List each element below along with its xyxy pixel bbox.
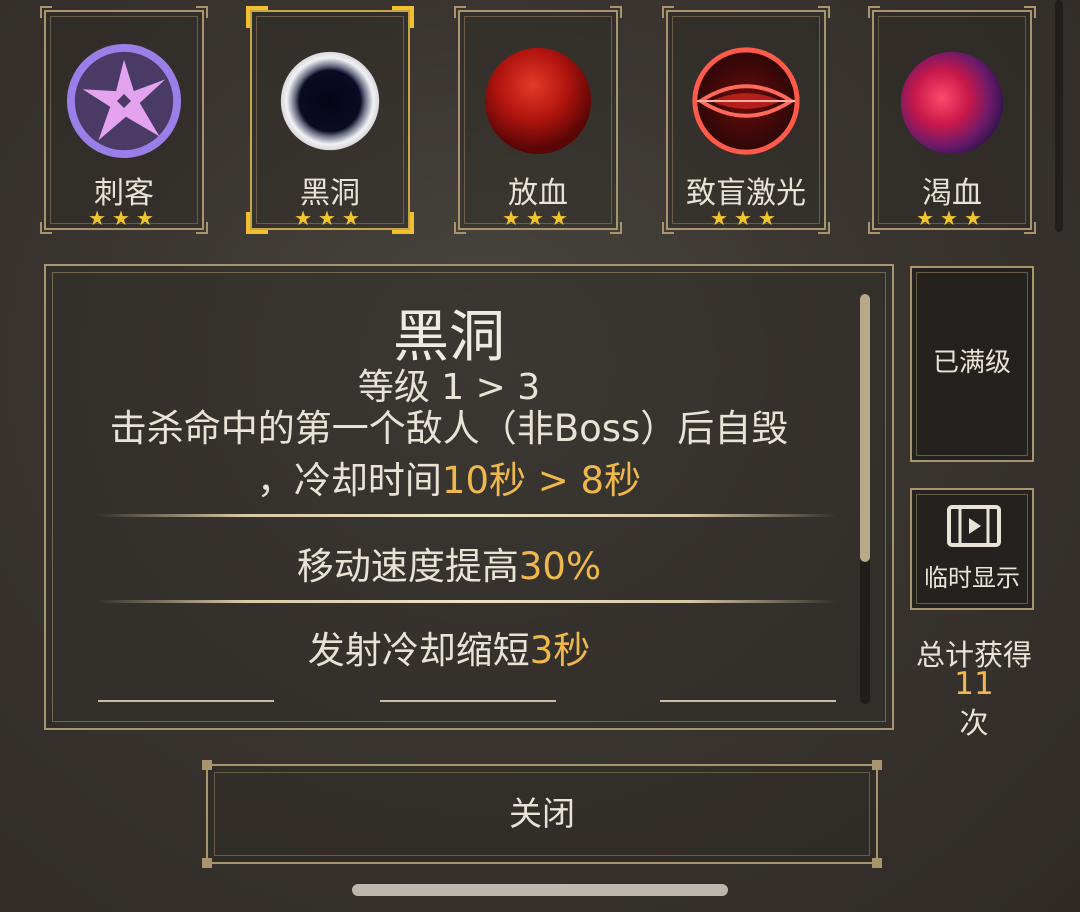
cooldown-value: 10秒 > 8秒	[441, 459, 642, 502]
total-obtained-count: 11	[954, 666, 994, 702]
close-button[interactable]: 关闭	[202, 760, 882, 868]
max-level-label: 已满级	[932, 348, 1011, 378]
skill-card-bloodthirst[interactable]: 渴血 ★★★	[868, 6, 1036, 234]
blood-orb-icon	[484, 47, 592, 155]
skill-card-black-hole[interactable]: 黑洞 ★★★	[246, 6, 414, 234]
laser-orb-icon	[692, 47, 800, 155]
bonus-text: 发射冷却缩短	[307, 629, 530, 672]
skill-card-assassin[interactable]: 刺客 ★★★	[40, 6, 208, 234]
max-level-button[interactable]: 已满级	[910, 266, 1034, 462]
crimson-orb-icon	[900, 51, 1004, 155]
close-label: 关闭	[509, 794, 575, 833]
temporary-show-label: 临时显示	[924, 564, 1020, 592]
skill-stars: ★★★	[88, 206, 160, 230]
home-indicator[interactable]	[352, 884, 728, 896]
top-scrollbar[interactable]	[1055, 0, 1063, 232]
shuriken-icon	[66, 43, 182, 159]
bonus-value: 3秒	[529, 629, 591, 672]
cooldown-label: ，冷却时间	[256, 459, 442, 502]
video-icon	[947, 505, 1001, 547]
bonus-line-move-speed: 移动速度提高30%	[46, 536, 852, 590]
black-hole-icon	[280, 51, 380, 151]
divider	[98, 700, 274, 702]
skill-stars: ★★★	[502, 206, 574, 230]
bonus-text: 移动速度提高	[296, 545, 519, 588]
skill-card-blinding-laser[interactable]: 致盲激光 ★★★	[662, 6, 830, 234]
detail-description-line1: 击杀命中的第一个敌人（非Boss）后自毁	[109, 407, 789, 450]
detail-description-line2: ，冷却时间10秒 > 8秒	[46, 450, 852, 504]
skill-detail-screen: 刺客 ★★★ 黑洞 ★★★ 放血 ★★★ 致盲激光 ★★★ 渴血 ★★★ 黑洞 …	[0, 0, 1080, 912]
divider	[380, 700, 556, 702]
skill-card-bloodletting[interactable]: 放血 ★★★	[454, 6, 622, 234]
bonus-value: 30%	[518, 545, 602, 588]
divider	[96, 514, 836, 517]
detail-scrollbar-thumb[interactable]	[860, 294, 870, 562]
skill-detail-panel: 黑洞 等级 1 > 3 击杀命中的第一个敌人（非Boss）后自毁 ，冷却时间10…	[44, 264, 894, 730]
bonus-line-fire-cooldown: 发射冷却缩短3秒	[46, 620, 852, 674]
skill-stars: ★★★	[916, 206, 988, 230]
total-obtained-unit: 次	[959, 706, 989, 740]
skill-stars: ★★★	[294, 206, 366, 230]
divider	[96, 600, 836, 603]
divider	[660, 700, 836, 702]
skill-stars: ★★★	[710, 206, 782, 230]
detail-scrollbar[interactable]	[860, 294, 870, 704]
temporary-show-button[interactable]: 临时显示	[910, 488, 1034, 610]
